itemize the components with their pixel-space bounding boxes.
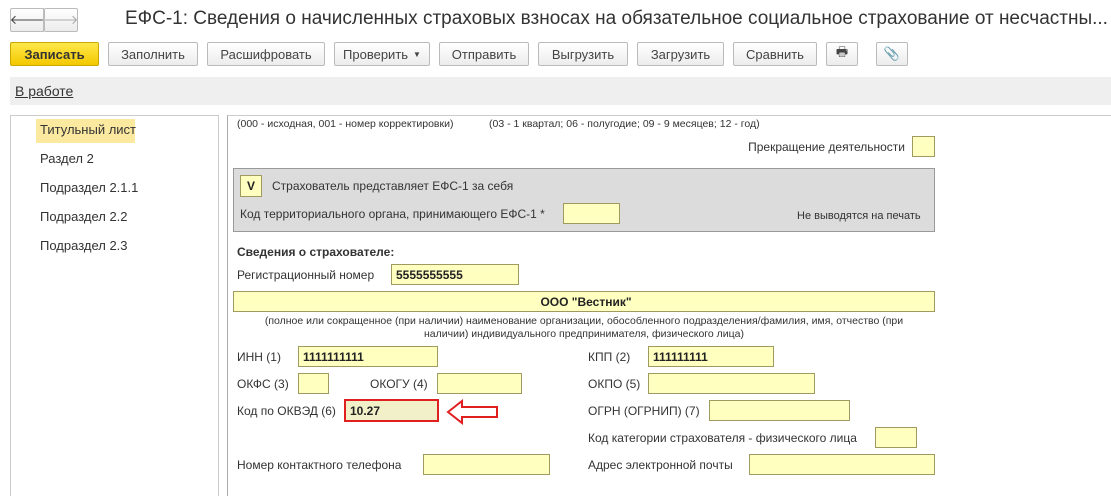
dropdown-arrow-icon: ▼	[413, 49, 421, 59]
reg-label: Регистрационный номер	[237, 268, 375, 282]
arrow-right-icon: 🡒	[43, 12, 79, 27]
fill-button[interactable]: Заполнить	[108, 42, 198, 66]
okpo-label: ОКПО (5)	[588, 377, 641, 391]
printer-icon: 🖶	[835, 44, 849, 59]
status-link[interactable]: В работе	[15, 83, 73, 99]
upload-button[interactable]: Выгрузить	[538, 42, 628, 66]
page-title: ЕФС-1: Сведения о начисленных страховых …	[125, 8, 1108, 29]
compare-button[interactable]: Сравнить	[733, 42, 817, 66]
check-button[interactable]: Проверить ▼	[334, 42, 430, 66]
arrow-left-icon: 🡐	[9, 12, 45, 27]
okogu-field[interactable]	[437, 373, 522, 394]
back-button[interactable]: 🡐	[10, 8, 44, 32]
hint-correction: (000 - исходная, 001 - номер корректиров…	[237, 118, 454, 130]
category-field[interactable]	[875, 427, 917, 448]
print-button[interactable]: 🖶	[826, 42, 858, 66]
forward-button[interactable]: 🡒	[44, 8, 78, 32]
okogu-label: ОКОГУ (4)	[370, 377, 428, 391]
no-print-note: Не выводятся на печать	[797, 210, 921, 222]
check-label: Проверить	[343, 46, 409, 62]
save-button[interactable]: Записать	[10, 42, 99, 66]
terr-label: Код территориального органа, принимающег…	[240, 207, 545, 221]
termination-label: Прекращение деятельности	[748, 140, 905, 154]
ogrn-label: ОГРН (ОГРНИП) (7)	[588, 404, 700, 418]
okpo-field[interactable]	[648, 373, 815, 394]
send-button[interactable]: Отправить	[439, 42, 529, 66]
inn-label: ИНН (1)	[237, 350, 281, 364]
red-arrow-icon	[446, 399, 498, 425]
attach-button[interactable]: 📎	[876, 42, 908, 66]
self-checkbox[interactable]: V	[240, 175, 262, 197]
org-caption-1: (полное или сокращенное (при наличии) на…	[264, 315, 904, 327]
termination-field[interactable]	[912, 136, 935, 157]
sections-panel	[10, 115, 219, 496]
terr-field[interactable]	[563, 203, 620, 224]
phone-field[interactable]	[423, 454, 550, 475]
status-bar	[10, 77, 1111, 105]
load-button[interactable]: Загрузить	[637, 42, 724, 66]
self-label: Страхователь представляет ЕФС-1 за себя	[272, 179, 514, 193]
decode-button[interactable]: Расшифровать	[207, 42, 325, 66]
okfs-field[interactable]	[298, 373, 329, 394]
hint-period: (03 - 1 квартал; 06 - полугодие; 09 - 9 …	[489, 118, 760, 130]
insurer-heading: Сведения о страхователе:	[237, 245, 395, 259]
sidebar-item-2-1-1[interactable]: Подраздел 2.1.1	[40, 180, 138, 195]
email-label: Адрес электронной почты	[588, 458, 733, 472]
email-field[interactable]	[749, 454, 935, 475]
phone-label: Номер контактного телефона	[237, 458, 402, 472]
org-caption-2: наличии) индивидуального предпринимателя…	[424, 328, 744, 340]
org-name-field[interactable]: ООО "Вестник"	[233, 291, 935, 312]
inn-field[interactable]: 1111111111	[298, 346, 438, 367]
sidebar-item-title[interactable]: Титульный лист	[40, 122, 136, 137]
paperclip-icon: 📎	[883, 46, 901, 61]
kpp-field[interactable]: 111111111	[648, 346, 774, 367]
ogrn-field[interactable]	[709, 400, 850, 421]
kpp-label: КПП (2)	[588, 350, 631, 364]
category-label: Код категории страхователя - физического…	[588, 431, 857, 445]
okved-label: Код по ОКВЭД (6)	[237, 404, 336, 418]
okfs-label: ОКФС (3)	[237, 377, 289, 391]
sidebar-item-section2[interactable]: Раздел 2	[40, 151, 94, 166]
reg-field[interactable]: 5555555555	[391, 264, 519, 285]
sidebar-item-2-3[interactable]: Подраздел 2.3	[40, 238, 128, 253]
sidebar-item-2-2[interactable]: Подраздел 2.2	[40, 209, 128, 224]
okved-field[interactable]: 10.27	[344, 399, 439, 422]
